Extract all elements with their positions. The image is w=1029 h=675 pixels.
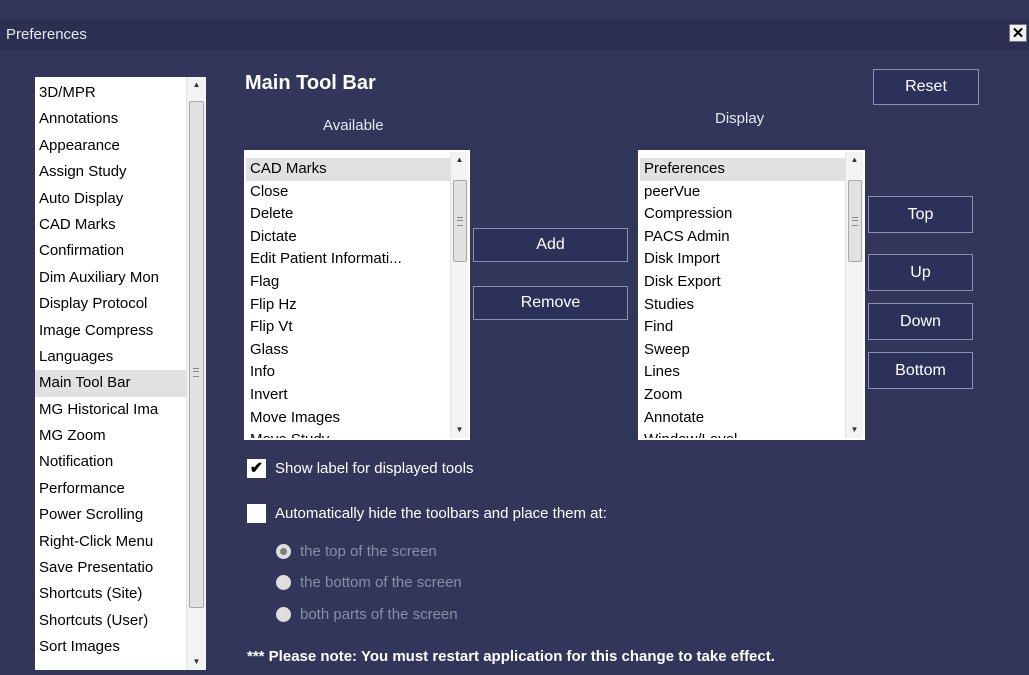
available-tool-item[interactable]: CAD Marks	[246, 158, 450, 181]
available-tool-item[interactable]: Close	[246, 181, 450, 204]
category-list-item[interactable]: Notification	[35, 449, 186, 475]
category-list-item[interactable]: Auto Display	[35, 186, 186, 212]
radio-label: both parts of the screen	[300, 606, 458, 623]
scroll-down-arrow-icon[interactable]: ▼	[846, 422, 863, 438]
category-list-item[interactable]: Dim Auxiliary Mon	[35, 265, 186, 291]
title-bar: Preferences ✕	[0, 20, 1029, 50]
grip-icon	[457, 217, 463, 226]
category-list-item[interactable]: MG Zoom	[35, 423, 186, 449]
display-tool-item[interactable]: Disk Import	[640, 248, 845, 271]
available-tool-item[interactable]: Flip Vt	[246, 316, 450, 339]
bottom-button[interactable]: Bottom	[868, 352, 973, 389]
category-list-item[interactable]: 3D/MPR	[35, 80, 186, 106]
category-list-item[interactable]: Image Compress	[35, 318, 186, 344]
scroll-up-arrow-icon[interactable]: ▲	[187, 77, 206, 93]
display-tool-item[interactable]: peerVue	[640, 181, 845, 204]
category-list-item[interactable]: CAD Marks	[35, 212, 186, 238]
restart-note: *** Please note: You must restart applic…	[247, 648, 775, 665]
auto-hide-text: Automatically hide the toolbars and plac…	[275, 505, 607, 522]
available-scrollbar[interactable]: ▲ ▼	[450, 152, 468, 438]
available-label: Available	[323, 117, 384, 134]
category-list-item[interactable]: Right-Click Menu	[35, 529, 186, 555]
category-list-item[interactable]: MG Historical Ima	[35, 397, 186, 423]
category-list-item[interactable]: Sort Images	[35, 634, 186, 660]
category-list-item[interactable]: Shortcuts (User)	[35, 608, 186, 634]
page-title: Main Tool Bar	[245, 72, 376, 94]
radio-icon[interactable]	[276, 544, 291, 559]
scroll-down-arrow-icon[interactable]: ▼	[187, 654, 206, 670]
grip-icon	[193, 368, 199, 377]
radio-icon[interactable]	[276, 575, 291, 590]
scroll-up-arrow-icon[interactable]: ▲	[451, 152, 468, 168]
display-tool-item[interactable]: PACS Admin	[640, 226, 845, 249]
category-list-item[interactable]: Power Scrolling	[35, 502, 186, 528]
window-title: Preferences	[6, 26, 87, 43]
available-tool-item[interactable]: Edit Patient Informati...	[246, 248, 450, 271]
remove-button[interactable]: Remove	[473, 286, 628, 320]
display-tool-item[interactable]: Window/Level	[640, 429, 845, 438]
available-tools-list[interactable]: CAD Marks Close Delete Dictate Edit Patient …	[244, 150, 470, 440]
available-tool-item[interactable]: Flag	[246, 271, 450, 294]
show-label-text: Show label for displayed tools	[275, 460, 474, 477]
add-button[interactable]: Add	[473, 228, 628, 262]
category-list[interactable]: 3D/MPR Annotations Appearance Assign Study A…	[35, 77, 206, 670]
display-tools-list[interactable]: Preferences peerVue Compression PACS Admin D…	[638, 150, 865, 440]
available-tools-items: CAD Marks Close Delete Dictate Edit Patient …	[246, 158, 450, 438]
scroll-up-arrow-icon[interactable]: ▲	[846, 152, 863, 168]
display-tools-items: Preferences peerVue Compression PACS Admin D…	[640, 158, 845, 438]
category-list-item[interactable]: Save Presentatio	[35, 555, 186, 581]
scroll-down-arrow-icon[interactable]: ▼	[451, 422, 468, 438]
display-tool-item[interactable]: Annotate	[640, 407, 845, 430]
available-tool-item[interactable]: Flip Hz	[246, 294, 450, 317]
available-tool-item[interactable]: Glass	[246, 339, 450, 362]
available-tool-item[interactable]: Dictate	[246, 226, 450, 249]
category-list-item[interactable]: Languages	[35, 344, 186, 370]
category-list-item[interactable]: Shortcuts (Site)	[35, 581, 186, 607]
category-list-item[interactable]: Confirmation	[35, 238, 186, 264]
display-label: Display	[715, 110, 765, 127]
top-button[interactable]: Top	[868, 196, 973, 233]
category-scrollbar[interactable]: ▲ ▼	[186, 77, 206, 670]
reset-button[interactable]: Reset	[873, 69, 979, 105]
scroll-thumb[interactable]	[453, 180, 467, 262]
category-list-item[interactable]: Assign Study	[35, 159, 186, 185]
display-tool-item[interactable]: Compression	[640, 203, 845, 226]
category-list-item[interactable]: Appearance	[35, 133, 186, 159]
available-tool-item[interactable]: Move Study	[246, 429, 450, 438]
display-tool-item[interactable]: Studies	[640, 294, 845, 317]
display-tool-item[interactable]: Disk Export	[640, 271, 845, 294]
display-tool-item[interactable]: Find	[640, 316, 845, 339]
scroll-thumb[interactable]	[189, 101, 204, 608]
show-label-checkbox[interactable]: ✔	[247, 459, 266, 478]
display-tool-item[interactable]: Zoom	[640, 384, 845, 407]
category-list-item[interactable]: Annotations	[35, 106, 186, 132]
category-list-item[interactable]: Display Protocol	[35, 291, 186, 317]
available-tool-item[interactable]: Delete	[246, 203, 450, 226]
display-tool-item[interactable]: Lines	[640, 361, 845, 384]
up-button[interactable]: Up	[868, 254, 973, 291]
scroll-thumb[interactable]	[848, 180, 862, 262]
available-tool-item[interactable]: Move Images	[246, 407, 450, 430]
display-tool-item[interactable]: Preferences	[640, 158, 845, 181]
category-list-items: 3D/MPR Annotations Appearance Assign Study A…	[35, 80, 186, 670]
display-tool-item[interactable]: Sweep	[640, 339, 845, 362]
grip-icon	[852, 217, 858, 226]
category-list-item[interactable]: Performance	[35, 476, 186, 502]
down-button[interactable]: Down	[868, 303, 973, 340]
category-list-item[interactable]: Main Tool Bar	[35, 370, 186, 397]
close-button[interactable]: ✕	[1009, 24, 1027, 42]
display-scrollbar[interactable]: ▲ ▼	[845, 152, 863, 438]
radio-label: the top of the screen	[300, 543, 437, 560]
radio-icon[interactable]	[276, 607, 291, 622]
available-tool-item[interactable]: Info	[246, 361, 450, 384]
auto-hide-checkbox[interactable]	[247, 504, 266, 523]
available-tool-item[interactable]: Invert	[246, 384, 450, 407]
radio-label: the bottom of the screen	[300, 574, 462, 591]
